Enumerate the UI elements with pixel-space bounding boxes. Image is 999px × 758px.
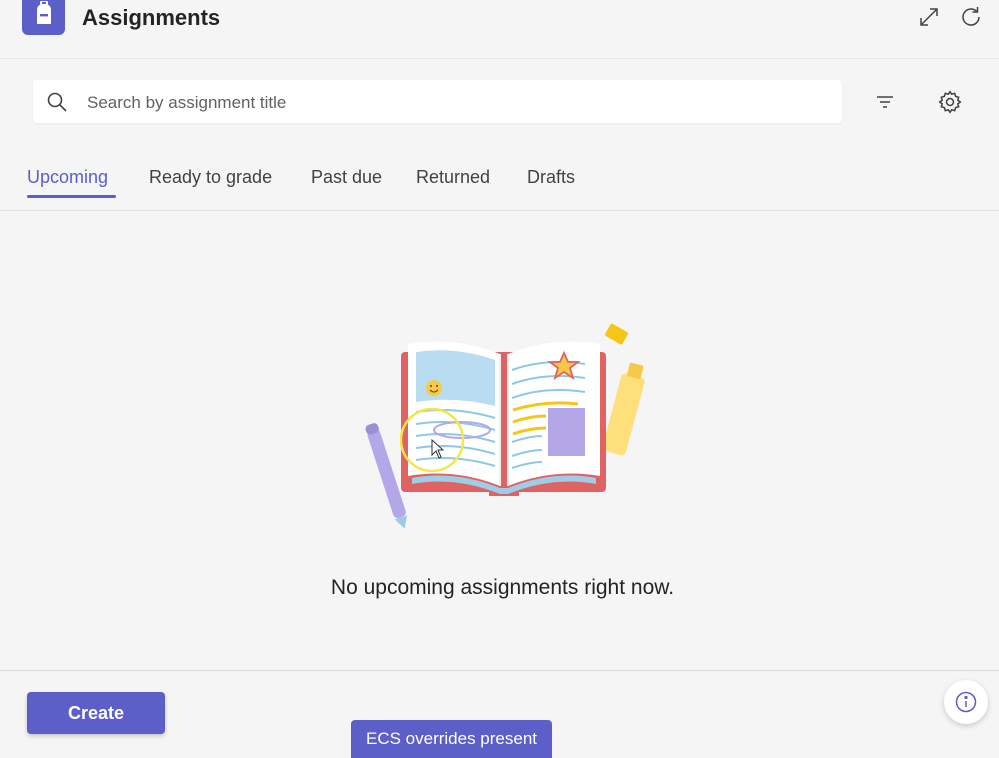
refresh-icon[interactable] <box>958 4 984 30</box>
empty-state-message: No upcoming assignments right now. <box>330 576 675 599</box>
assignments-app-icon <box>22 0 65 35</box>
tab-ready-to-grade[interactable]: Ready to grade <box>149 167 272 188</box>
search-input[interactable] <box>85 80 829 125</box>
search-box <box>33 80 842 125</box>
tab-bar: Upcoming Ready to grade Past due Returne… <box>0 160 999 211</box>
expand-icon[interactable] <box>916 4 942 30</box>
app-title: Assignments <box>82 5 221 30</box>
gear-icon[interactable] <box>936 88 964 116</box>
tab-drafts[interactable]: Drafts <box>527 167 575 188</box>
search-icon <box>46 91 68 118</box>
ecs-overrides-badge: ECS overrides present <box>351 720 552 758</box>
tab-upcoming[interactable]: Upcoming <box>27 167 108 188</box>
tab-returned[interactable]: Returned <box>416 167 490 188</box>
app-header: Assignments <box>0 0 999 59</box>
open-book-illustration <box>350 318 650 530</box>
active-tab-indicator <box>27 195 116 198</box>
filter-icon[interactable] <box>871 88 899 116</box>
tab-past-due[interactable]: Past due <box>311 167 382 188</box>
create-button[interactable]: Create <box>27 692 165 734</box>
info-icon[interactable] <box>944 680 988 724</box>
